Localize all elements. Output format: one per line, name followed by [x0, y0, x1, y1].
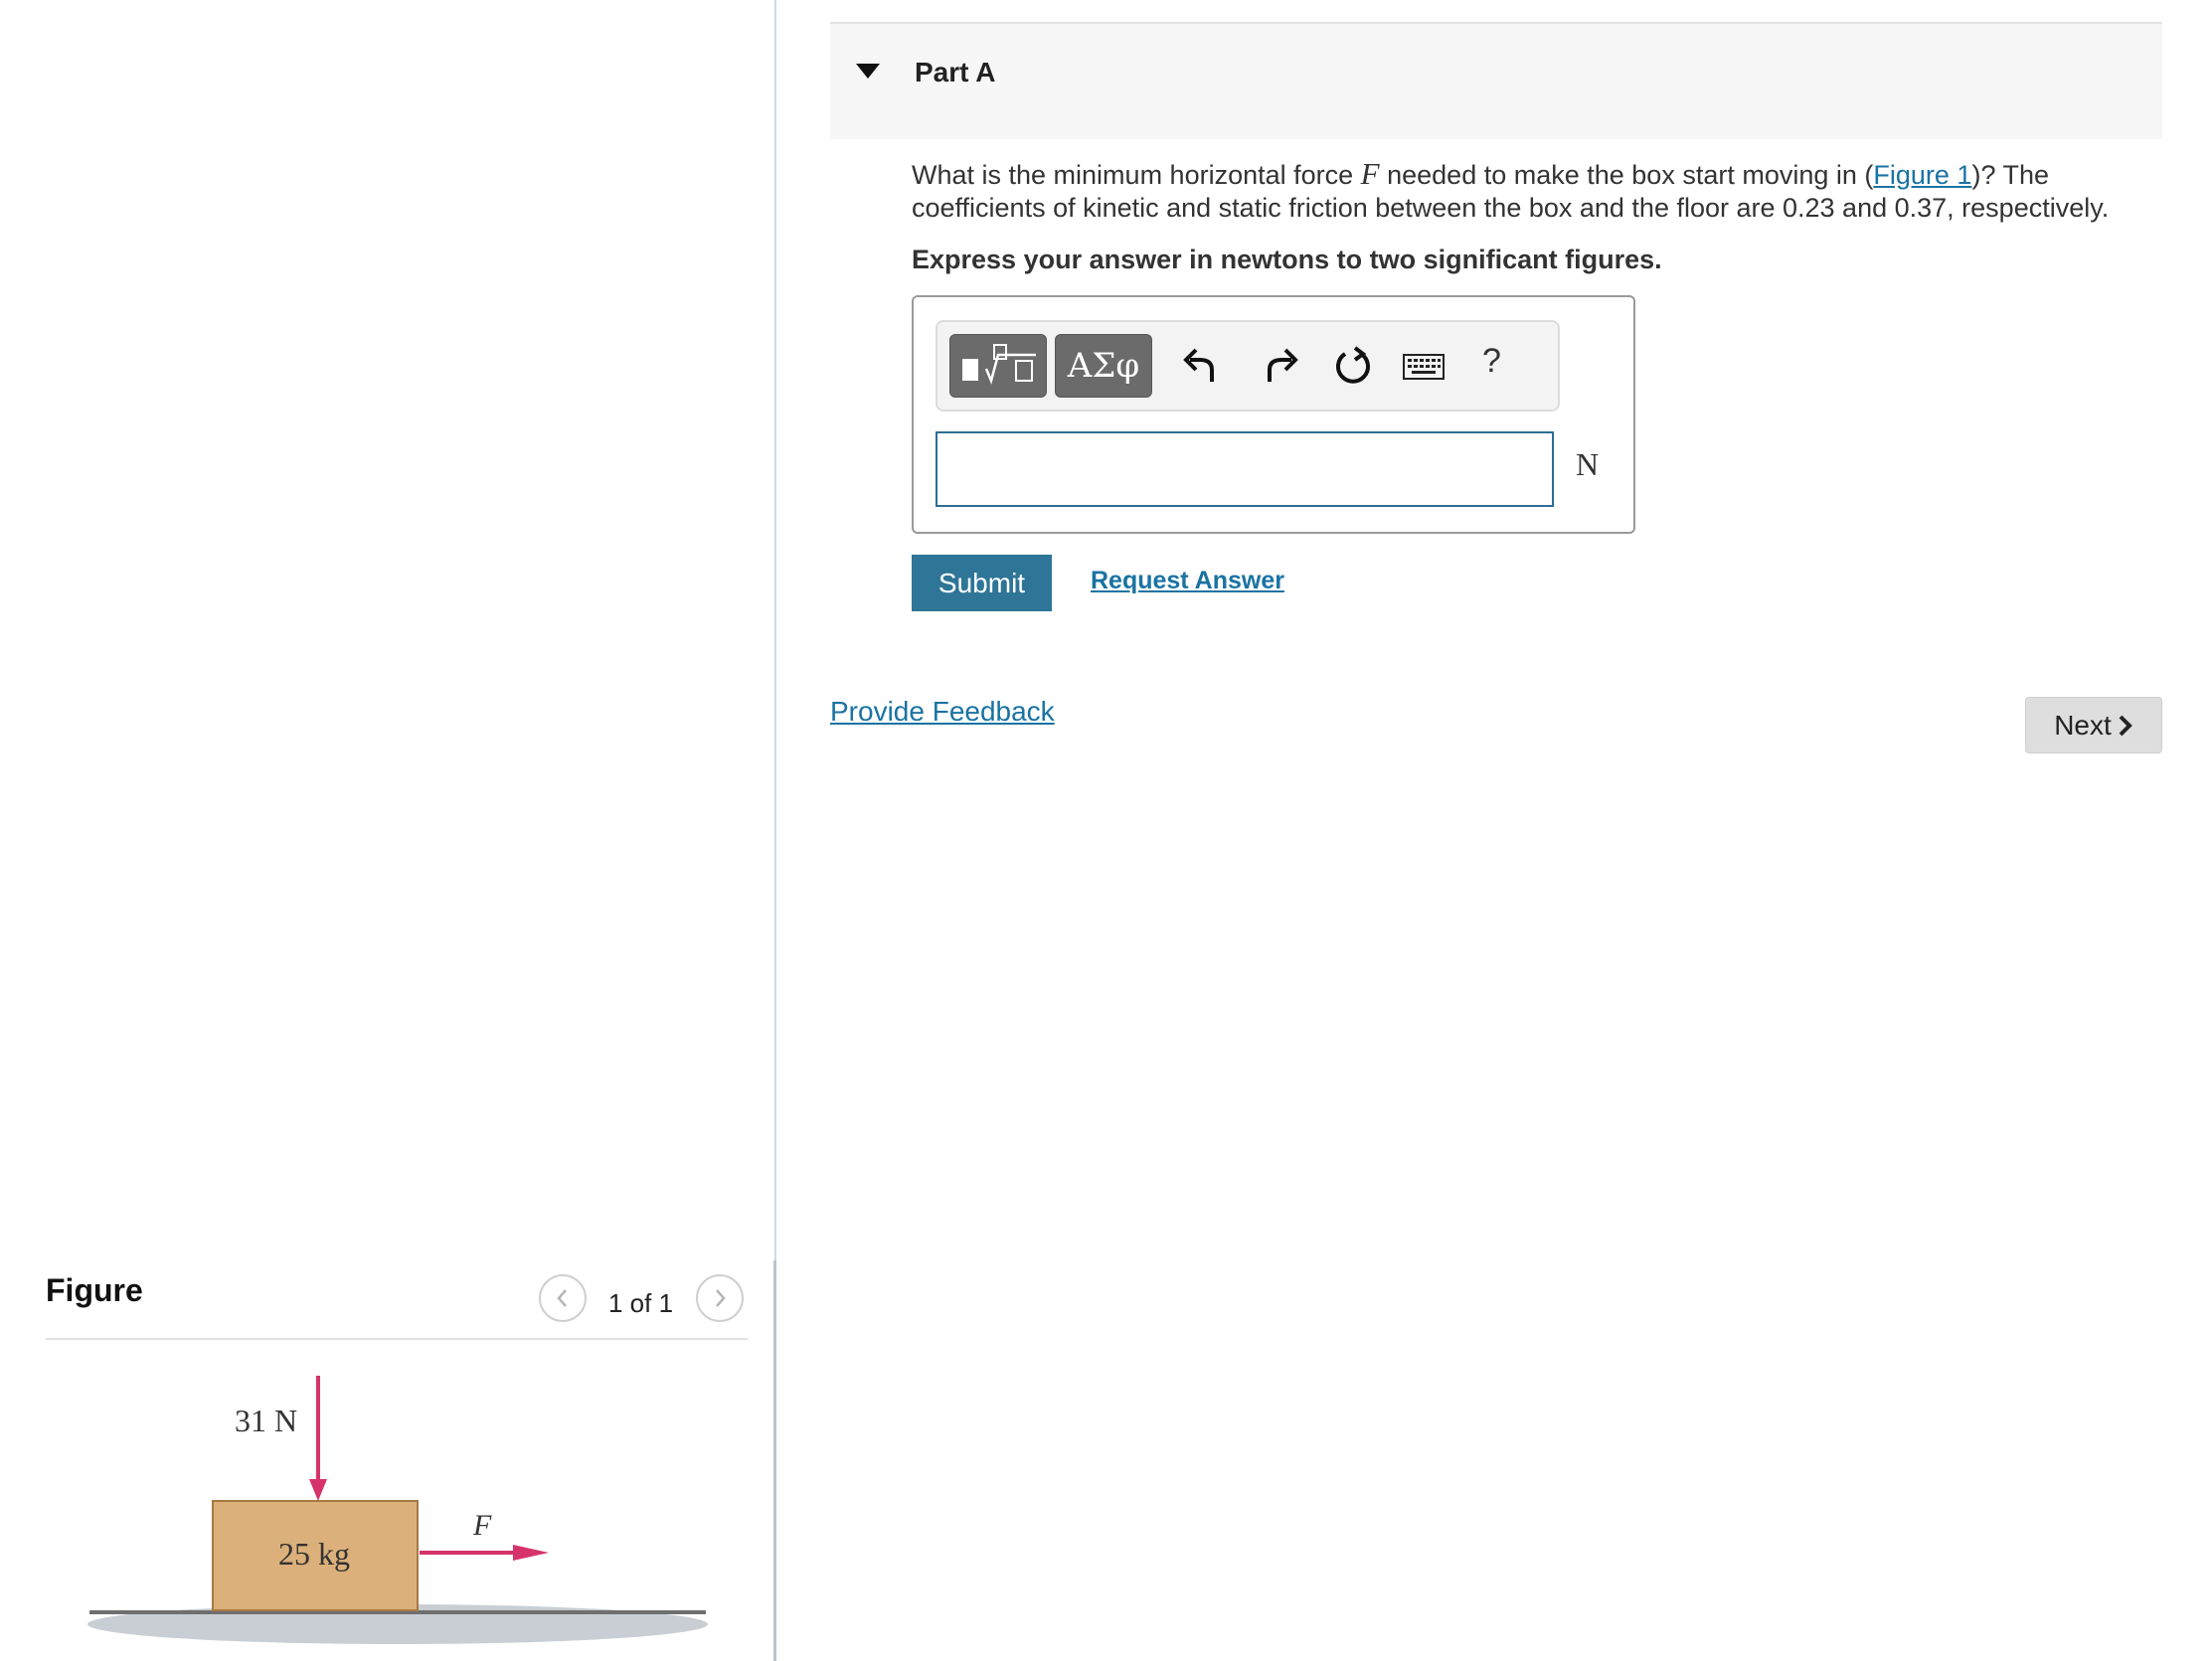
reset-icon[interactable]: [1331, 344, 1375, 393]
provide-feedback-link[interactable]: Provide Feedback: [830, 696, 1055, 728]
answer-instruction: Express your answer in newtons to two si…: [912, 245, 1662, 274]
question-text-start: What is the minimum horizontal force: [912, 160, 1361, 190]
downward-force-arrowhead: [309, 1479, 327, 1501]
horizontal-force-label: F: [472, 1509, 492, 1542]
unit-label: N: [1576, 446, 1600, 482]
figure-link[interactable]: Figure 1: [1873, 160, 1971, 190]
next-figure-button[interactable]: [696, 1274, 744, 1322]
templates-icon: [962, 344, 1036, 385]
help-button[interactable]: ?: [1482, 342, 1501, 381]
submit-button[interactable]: Submit: [912, 555, 1052, 611]
next-button[interactable]: Next: [2025, 697, 2162, 753]
panel-divider-handle[interactable]: [773, 1260, 776, 1661]
force-variable: F: [1360, 156, 1380, 191]
collapse-triangle-icon[interactable]: [856, 64, 880, 79]
chevron-right-icon: [716, 1289, 726, 1307]
templates-button[interactable]: [949, 334, 1047, 398]
symbols-button[interactable]: ΑΣφ: [1055, 334, 1152, 398]
figure-divider: [46, 1338, 748, 1340]
next-label: Next: [2054, 709, 2112, 741]
redo-icon[interactable]: [1260, 344, 1299, 393]
chevron-left-icon: [557, 1289, 567, 1307]
question-text-middle: needed to make the box start moving in (: [1379, 160, 1874, 190]
undo-icon[interactable]: [1182, 344, 1222, 393]
horizontal-force-arrowhead: [513, 1545, 549, 1561]
previous-figure-button[interactable]: [539, 1274, 587, 1322]
question-text: What is the minimum horizontal force F n…: [912, 157, 2144, 225]
request-answer-link[interactable]: Request Answer: [1091, 567, 1284, 595]
panel-divider: [774, 0, 776, 1260]
chevron-right-icon: [2119, 715, 2132, 736]
downward-force-label: 31 N: [235, 1403, 297, 1438]
keyboard-icon[interactable]: [1403, 354, 1445, 385]
answer-input[interactable]: [936, 431, 1554, 507]
part-header: Part A: [830, 22, 2162, 139]
figure-diagram: 31 N 25 kg F: [87, 1376, 708, 1644]
mass-label: 25 kg: [278, 1536, 350, 1572]
part-title: Part A: [915, 57, 996, 87]
figure-counter: 1 of 1: [608, 1288, 674, 1318]
answer-box: ΑΣφ ? N: [912, 295, 1635, 534]
math-toolbar: ΑΣφ ?: [936, 320, 1560, 412]
figure-title: Figure: [46, 1272, 143, 1308]
